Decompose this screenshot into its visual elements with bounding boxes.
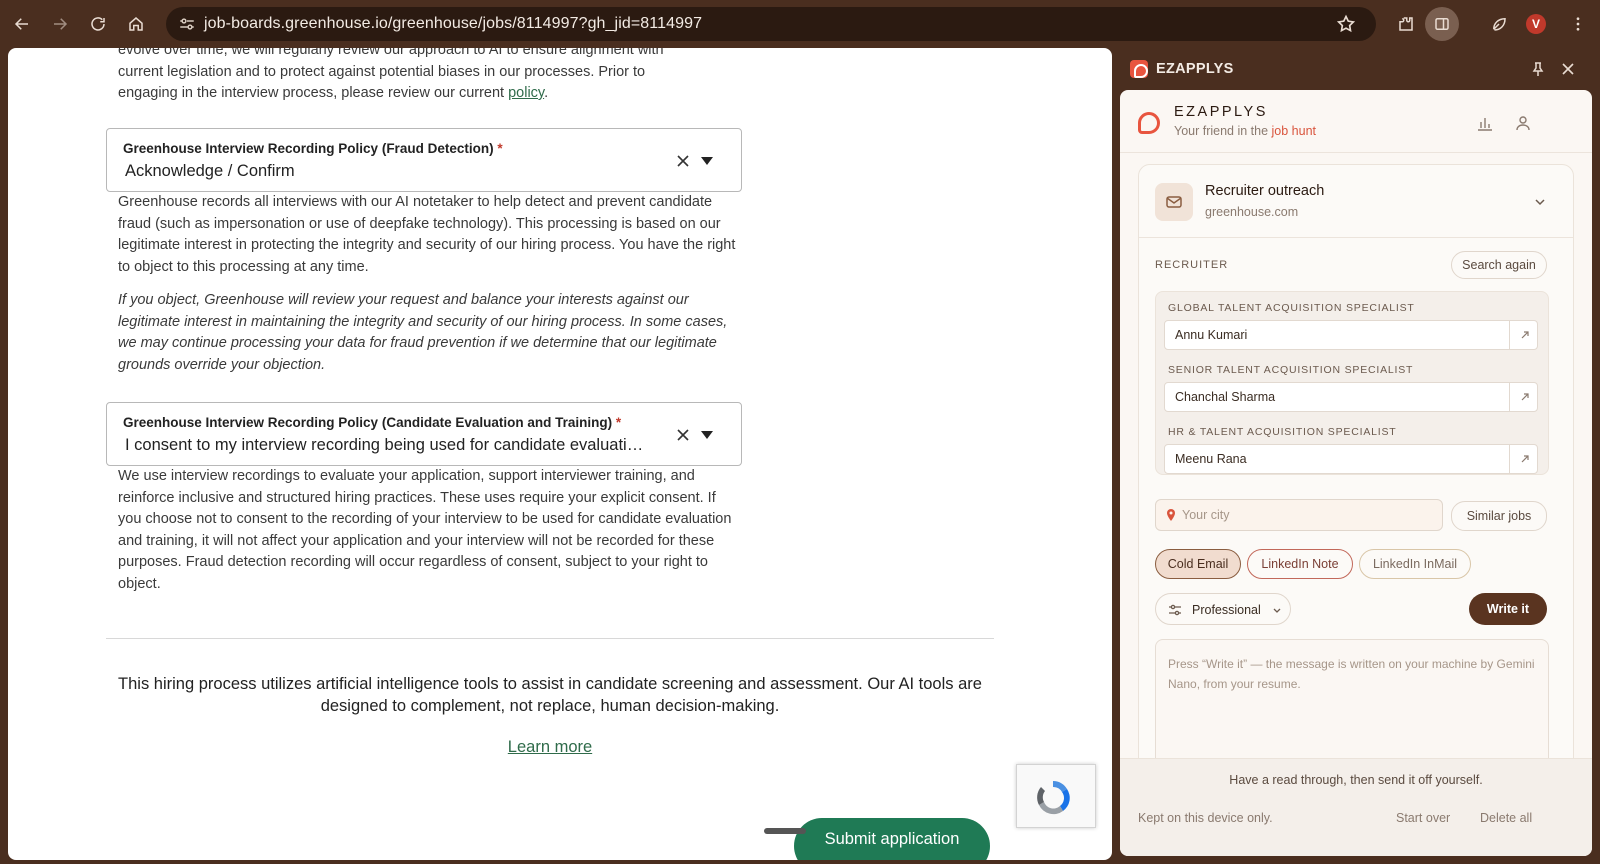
city-placeholder: Your city <box>1182 508 1230 522</box>
section-divider <box>106 638 994 639</box>
tab-linkedin-inmail[interactable]: LinkedIn InMail <box>1359 549 1471 579</box>
chevron-down-icon[interactable] <box>1533 195 1547 209</box>
ezapplys-panel: EZAPPLYS Your friend in the job hunt Rec… <box>1120 90 1592 856</box>
extensions-icon[interactable] <box>1394 12 1418 36</box>
url-text[interactable]: job-boards.greenhouse.io/greenhouse/jobs… <box>204 15 702 33</box>
learn-more: Learn more <box>8 738 1092 757</box>
fraud-description: Greenhouse records all interviews with o… <box>118 194 736 275</box>
evaluation-description: We use interview recordings to evaluate … <box>118 468 732 592</box>
intro-paragraph: evolve over time, we will regularly revi… <box>118 48 664 101</box>
city-input[interactable]: Your city <box>1155 499 1443 531</box>
open-external-icon[interactable] <box>1509 383 1539 411</box>
side-panel-icon[interactable] <box>1425 7 1459 41</box>
fraud-detection-label: Greenhouse Interview Recording Policy (F… <box>123 141 503 156</box>
stats-chart-icon[interactable] <box>1476 114 1494 132</box>
recruiter-outreach-card: Recruiter outreach greenhouse.com RECRUI… <box>1138 164 1574 856</box>
brand-logo-icon <box>1138 112 1160 134</box>
footer-note: Have a read through, then send it off yo… <box>1229 773 1483 787</box>
delete-all-link[interactable]: Delete all <box>1480 811 1532 825</box>
recruiter-name-field[interactable]: Annu Kumari <box>1164 320 1538 350</box>
sliders-icon <box>1169 604 1181 616</box>
bookmark-star-icon[interactable] <box>1336 14 1356 34</box>
similar-jobs-button[interactable]: Similar jobs <box>1451 501 1547 531</box>
recruiter-name-field[interactable]: Chanchal Sharma <box>1164 382 1538 412</box>
recruiter-name-field[interactable]: Meenu Rana <box>1164 444 1538 474</box>
tone-value: Professional <box>1192 603 1261 617</box>
extension-leaf-icon[interactable] <box>1487 12 1511 36</box>
profile-icon[interactable] <box>1514 114 1532 132</box>
side-panel-title: EZAPPLYS <box>1156 61 1234 77</box>
header-divider <box>1120 152 1592 153</box>
side-panel-header: EZAPPLYS <box>1112 48 1600 90</box>
mail-icon <box>1155 183 1193 221</box>
job-application-page: evolve over time, we will regularly revi… <box>8 48 1112 860</box>
brand-tagline: Your friend in the job hunt <box>1174 124 1317 138</box>
recruiter-role: SENIOR TALENT ACQUISITION SPECIALIST <box>1168 364 1414 376</box>
forward-icon[interactable] <box>48 12 72 36</box>
ezapplys-logo-icon <box>1130 60 1148 78</box>
browser-toolbar: job-boards.greenhouse.io/greenhouse/jobs… <box>0 0 1600 48</box>
close-icon[interactable] <box>1560 61 1576 77</box>
recaptcha-badge[interactable] <box>1016 764 1096 828</box>
site-settings-icon[interactable] <box>178 15 196 33</box>
panel-footer: Have a read through, then send it off yo… <box>1120 758 1592 856</box>
tab-linkedin-note[interactable]: LinkedIn Note <box>1247 549 1353 579</box>
back-icon[interactable] <box>10 12 34 36</box>
recruiter-list: GLOBAL TALENT ACQUISITION SPECIALIST Ann… <box>1155 291 1549 475</box>
start-over-link[interactable]: Start over <box>1396 811 1450 825</box>
home-icon[interactable] <box>124 12 148 36</box>
recruiter-role: GLOBAL TALENT ACQUISITION SPECIALIST <box>1168 302 1415 314</box>
recaptcha-icon <box>1037 780 1070 815</box>
address-bar[interactable]: job-boards.greenhouse.io/greenhouse/jobs… <box>166 7 1376 41</box>
tab-cold-email[interactable]: Cold Email <box>1155 549 1241 579</box>
chevron-down-icon <box>1273 608 1281 613</box>
tone-select[interactable]: Professional <box>1155 593 1291 625</box>
recruiter-role: HR & TALENT ACQUISITION SPECIALIST <box>1168 426 1397 438</box>
privacy-note: Kept on this device only. <box>1138 811 1273 825</box>
learn-more-link[interactable]: Learn more <box>508 738 592 756</box>
submit-application-button[interactable]: Submit application <box>794 818 990 860</box>
write-it-button[interactable]: Write it <box>1469 593 1547 625</box>
ai-notice: This hiring process utilizes artificial … <box>118 675 982 715</box>
candidate-evaluation-value[interactable]: I consent to my interview recording bein… <box>125 436 645 455</box>
candidate-evaluation-label: Greenhouse Interview Recording Policy (C… <box>123 415 622 430</box>
location-pin-icon <box>1167 509 1175 521</box>
search-again-button[interactable]: Search again <box>1451 251 1547 279</box>
reload-icon[interactable] <box>86 12 110 36</box>
policy-link[interactable]: policy <box>508 85 544 101</box>
fraud-objection-note: If you object, Greenhouse will review yo… <box>118 292 728 373</box>
card-divider <box>1139 237 1573 238</box>
open-external-icon[interactable] <box>1509 445 1539 473</box>
fraud-detection-value[interactable]: Acknowledge / Confirm <box>125 162 645 181</box>
clear-icon[interactable] <box>675 153 691 169</box>
outreach-title: Recruiter outreach <box>1205 183 1325 199</box>
candidate-evaluation-select[interactable]: Greenhouse Interview Recording Policy (C… <box>106 402 742 466</box>
fraud-detection-select[interactable]: Greenhouse Interview Recording Policy (F… <box>106 128 742 192</box>
recruiter-section-label: RECRUITER <box>1155 259 1229 271</box>
brand-name: EZAPPLYS <box>1174 104 1268 120</box>
clear-icon[interactable] <box>675 427 691 443</box>
dropdown-caret-icon[interactable] <box>701 157 713 165</box>
dropdown-caret-icon[interactable] <box>701 431 713 439</box>
outreach-domain: greenhouse.com <box>1205 205 1299 219</box>
message-placeholder: Press “Write it” — the message is writte… <box>1168 657 1535 691</box>
open-external-icon[interactable] <box>1509 321 1539 349</box>
pin-icon[interactable] <box>1530 61 1546 77</box>
profile-avatar[interactable]: V <box>1526 14 1546 34</box>
scroll-handle[interactable] <box>764 828 806 834</box>
menu-kebab-icon[interactable] <box>1566 12 1590 36</box>
